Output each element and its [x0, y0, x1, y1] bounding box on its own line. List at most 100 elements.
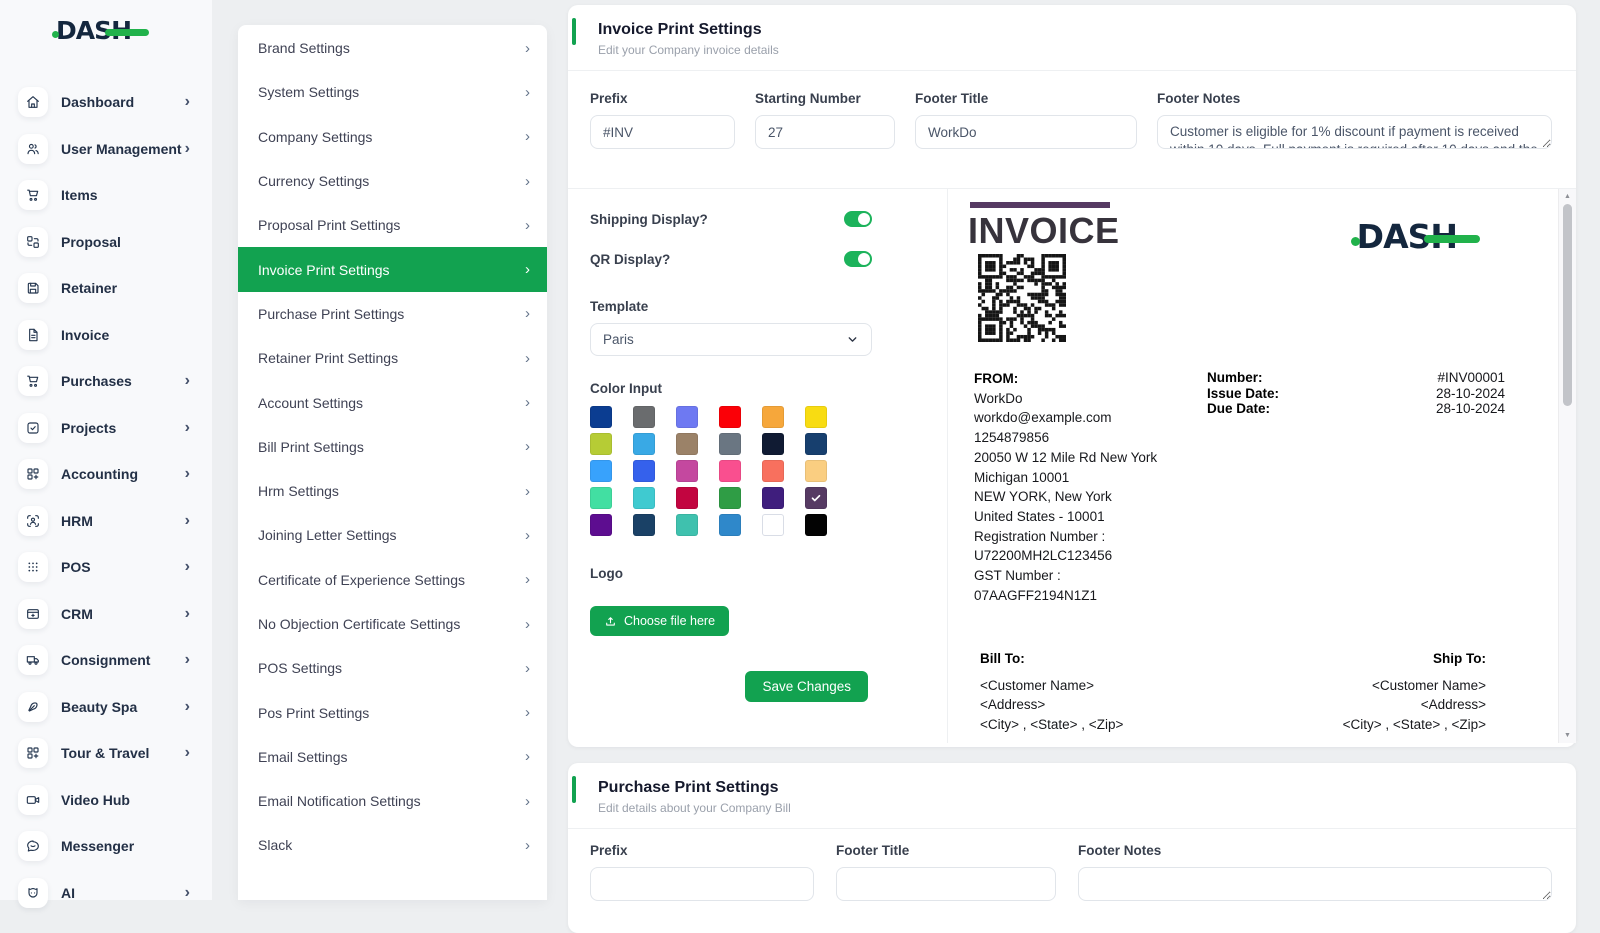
- settings-nav-certificate-of-experience-settings[interactable]: Certificate of Experience Settings›: [238, 558, 547, 602]
- color-swatch[interactable]: [676, 433, 698, 455]
- color-swatch[interactable]: [676, 514, 698, 536]
- purchase-prefix-input[interactable]: [590, 867, 814, 901]
- purchase-footer-title-input[interactable]: [836, 867, 1056, 901]
- color-swatch[interactable]: [590, 433, 612, 455]
- invoice-from-line: NEW YORK, New York: [974, 487, 1157, 507]
- settings-nav-pos-settings[interactable]: POS Settings›: [238, 646, 547, 690]
- sidebar-item-dashboard[interactable]: Dashboard›: [0, 79, 212, 126]
- purchase-footer-notes-textarea[interactable]: [1078, 867, 1552, 901]
- shipping-display-toggle[interactable]: [844, 211, 872, 227]
- settings-nav-account-settings[interactable]: Account Settings›: [238, 380, 547, 424]
- qr-display-toggle[interactable]: [844, 251, 872, 267]
- starting-number-input[interactable]: [755, 115, 895, 149]
- invoice-title: INVOICE: [968, 210, 1120, 252]
- settings-nav-company-settings[interactable]: Company Settings›: [238, 115, 547, 159]
- choose-file-button[interactable]: Choose file here: [590, 606, 729, 636]
- color-swatch[interactable]: [719, 406, 741, 428]
- purchase-settings-fields: Prefix Footer Title Footer Notes: [568, 829, 1576, 906]
- invoice-accent-bar: [970, 202, 1110, 208]
- color-swatch[interactable]: [676, 460, 698, 482]
- footer-title-input[interactable]: [915, 115, 1137, 149]
- chevron-right-icon: ›: [525, 572, 530, 587]
- color-swatch[interactable]: [719, 487, 741, 509]
- color-swatch[interactable]: [762, 460, 784, 482]
- color-swatch[interactable]: [719, 460, 741, 482]
- sidebar-item-invoice[interactable]: Invoice: [0, 312, 212, 359]
- color-swatch[interactable]: [590, 514, 612, 536]
- settings-nav-email-notification-settings[interactable]: Email Notification Settings›: [238, 779, 547, 823]
- preview-scrollbar[interactable]: ▲ ▼: [1558, 189, 1576, 743]
- prefix-input[interactable]: [590, 115, 735, 149]
- settings-nav-slack[interactable]: Slack›: [238, 823, 547, 867]
- sidebar-item-proposal[interactable]: Proposal: [0, 219, 212, 266]
- settings-nav-brand-settings[interactable]: Brand Settings›: [238, 26, 547, 70]
- chevron-right-icon: ›: [185, 513, 190, 529]
- party-line: <Address>: [980, 695, 1123, 715]
- settings-nav-purchase-print-settings[interactable]: Purchase Print Settings›: [238, 292, 547, 336]
- sidebar-item-consignment[interactable]: Consignment›: [0, 637, 212, 684]
- color-swatch[interactable]: [762, 487, 784, 509]
- sidebar-item-user-management[interactable]: User Management›: [0, 126, 212, 173]
- scrollbar-thumb[interactable]: [1563, 204, 1572, 406]
- sidebar-item-tour-travel[interactable]: Tour & Travel›: [0, 730, 212, 777]
- sidebar-item-pos[interactable]: POS›: [0, 544, 212, 591]
- color-swatch[interactable]: [590, 406, 612, 428]
- color-swatch[interactable]: [719, 433, 741, 455]
- settings-nav-email-settings[interactable]: Email Settings›: [238, 735, 547, 779]
- color-swatch[interactable]: [762, 433, 784, 455]
- sidebar-item-ai[interactable]: AI›: [0, 870, 212, 917]
- settings-nav-pos-print-settings[interactable]: Pos Print Settings›: [238, 690, 547, 734]
- color-swatch[interactable]: [633, 406, 655, 428]
- invoice-settings-fields: Prefix Starting Number Footer Title Foot…: [568, 71, 1576, 154]
- scroll-up-arrow-icon[interactable]: ▲: [1559, 193, 1576, 200]
- sidebar-item-hrm[interactable]: HRM ›: [0, 498, 212, 545]
- color-swatch[interactable]: [805, 460, 827, 482]
- color-swatch[interactable]: [590, 460, 612, 482]
- color-swatch[interactable]: [633, 487, 655, 509]
- settings-nav-currency-settings[interactable]: Currency Settings›: [238, 159, 547, 203]
- footer-notes-textarea[interactable]: Customer is eligible for 1% discount if …: [1157, 115, 1552, 149]
- template-select[interactable]: Paris: [590, 323, 872, 356]
- color-swatch[interactable]: [762, 406, 784, 428]
- sidebar-item-video-hub[interactable]: Video Hub: [0, 777, 212, 824]
- settings-nav-system-settings[interactable]: System Settings›: [238, 70, 547, 114]
- template-label: Template: [590, 299, 872, 314]
- color-swatch[interactable]: [633, 433, 655, 455]
- color-swatch[interactable]: [805, 433, 827, 455]
- settings-nav-retainer-print-settings[interactable]: Retainer Print Settings›: [238, 336, 547, 380]
- sidebar-item-projects[interactable]: Projects›: [0, 405, 212, 452]
- color-swatch[interactable]: [805, 514, 827, 536]
- color-swatch[interactable]: [633, 460, 655, 482]
- settings-nav-bill-print-settings[interactable]: Bill Print Settings›: [238, 425, 547, 469]
- settings-nav-joining-letter-settings[interactable]: Joining Letter Settings›: [238, 513, 547, 557]
- feather-icon: [18, 692, 48, 722]
- color-swatch[interactable]: [719, 514, 741, 536]
- color-swatch[interactable]: [805, 406, 827, 428]
- sidebar-item-beauty-spa[interactable]: Beauty Spa›: [0, 684, 212, 731]
- chevron-right-icon: ›: [525, 661, 530, 676]
- color-swatch[interactable]: [633, 514, 655, 536]
- sidebar-item-purchases[interactable]: Purchases›: [0, 358, 212, 405]
- settings-nav-invoice-print-settings[interactable]: Invoice Print Settings›: [238, 247, 547, 291]
- save-changes-button[interactable]: Save Changes: [745, 671, 868, 702]
- footer-title-label: Footer Title: [915, 91, 1137, 106]
- settings-nav-proposal-print-settings[interactable]: Proposal Print Settings›: [238, 203, 547, 247]
- sidebar-item-crm[interactable]: CRM›: [0, 591, 212, 638]
- sidebar-item-items[interactable]: Items: [0, 172, 212, 219]
- settings-nav-hrm-settings[interactable]: Hrm Settings›: [238, 469, 547, 513]
- color-swatch[interactable]: [676, 487, 698, 509]
- app-logo[interactable]: DASH: [0, 0, 212, 79]
- sidebar-item-label: CRM: [61, 606, 93, 622]
- color-swatch[interactable]: [676, 406, 698, 428]
- starting-number-label: Starting Number: [755, 91, 895, 106]
- scroll-down-arrow-icon[interactable]: ▼: [1559, 732, 1576, 739]
- sidebar-item-accounting[interactable]: Accounting›: [0, 451, 212, 498]
- sidebar-item-retainer[interactable]: Retainer: [0, 265, 212, 312]
- settings-nav-no-objection-certificate-settings[interactable]: No Objection Certificate Settings›: [238, 602, 547, 646]
- color-swatch[interactable]: [590, 487, 612, 509]
- color-swatch-selected[interactable]: [805, 487, 827, 509]
- sidebar-item-label: HRM: [61, 513, 93, 529]
- sidebar-item-label: Messenger: [61, 838, 134, 854]
- color-swatch[interactable]: [762, 514, 784, 536]
- sidebar-item-messenger[interactable]: Messenger: [0, 823, 212, 870]
